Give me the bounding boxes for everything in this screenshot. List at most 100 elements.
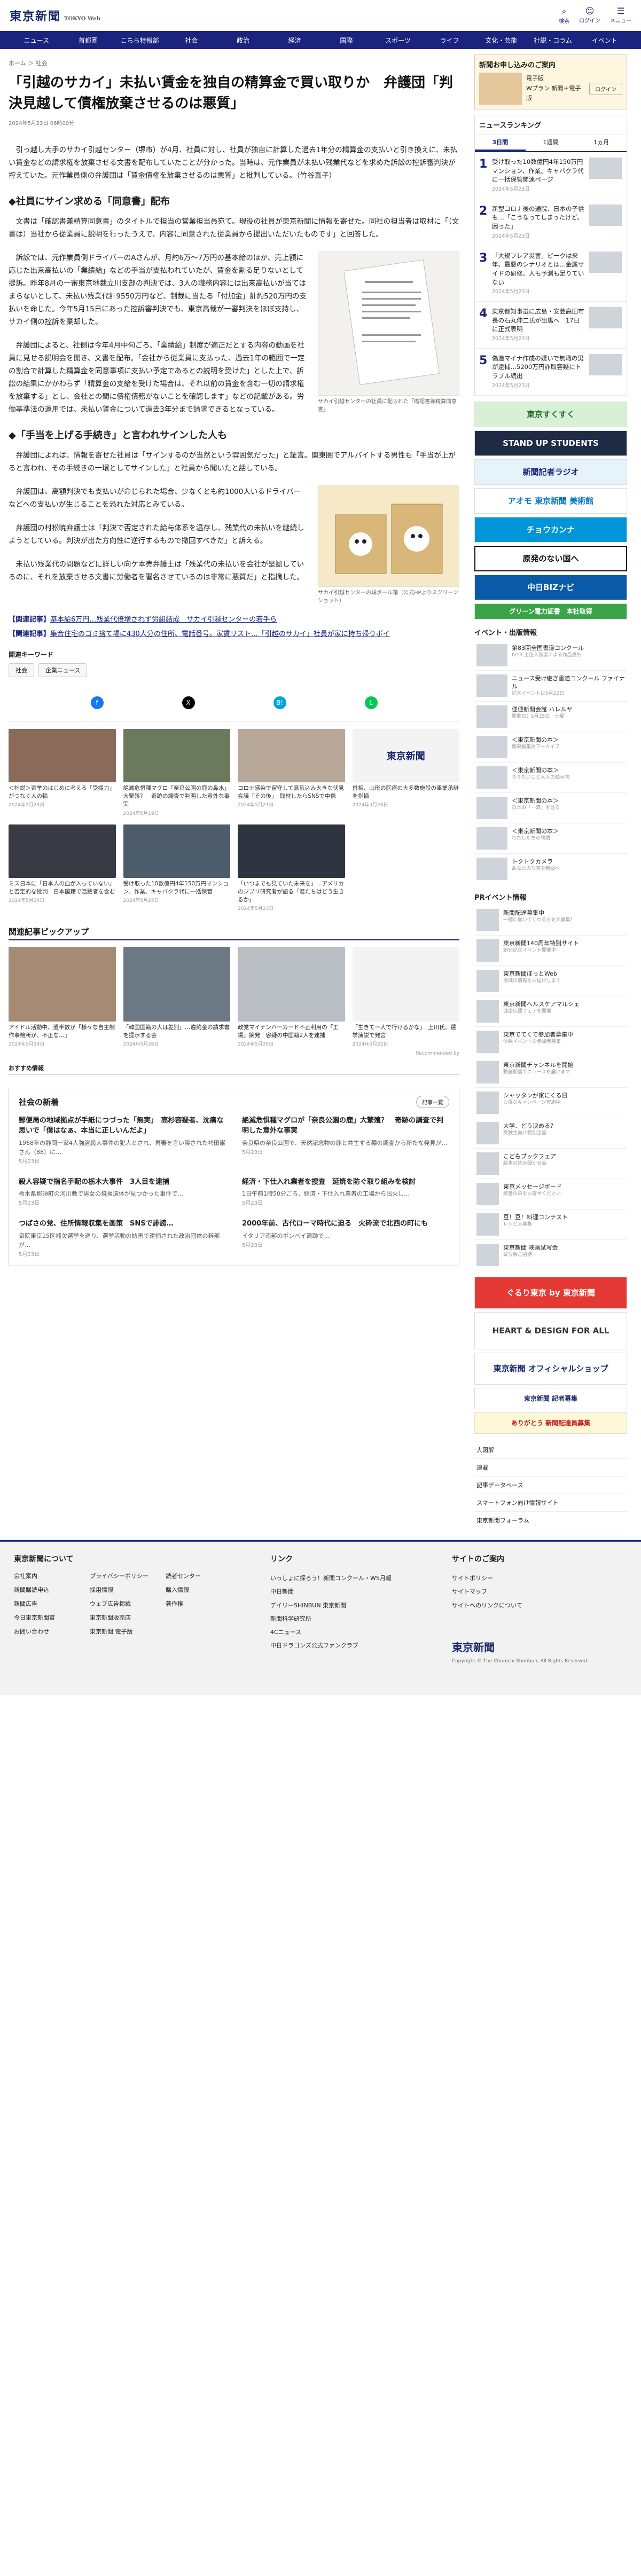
related-link[interactable]: 【関連記事】集合住宅のゴミ捨て場に430人分の住所、電話番号。家賃リスト…「引越… [9, 629, 459, 640]
banner[interactable]: 東京新聞 オフィシャルショップ [474, 1352, 627, 1385]
related-card[interactable]: 「いつまでも見ていた未来を」…アメリカのジブリ研究者が語る「君たちはどう生きるか… [238, 824, 345, 913]
pr-item[interactable]: 東京メッセージボード 読者の声をお寄せください [474, 1179, 627, 1210]
event-item[interactable]: 第83回全国書道コンクール 6/13 上位入賞者による作品展も [474, 640, 627, 671]
nav-column[interactable]: 社説・コラム [527, 36, 579, 45]
footer-link[interactable]: 採用情報 [90, 1585, 159, 1594]
nav-event[interactable]: イベント [579, 36, 630, 45]
banner[interactable]: HEART & DESIGN FOR ALL [474, 1311, 627, 1349]
banner[interactable]: アオモ 東京新聞 美術館 [474, 488, 627, 514]
breadcrumb[interactable]: ホーム ＞ 社会 [9, 59, 459, 67]
figure-boxes[interactable]: サカイ引越センターの段ボール箱（公式HPよりスクリーンショット） [318, 485, 459, 605]
footer-link[interactable]: 新聞購読申込 [14, 1585, 83, 1594]
footer-link[interactable]: サイトへのリンクについて [452, 1599, 601, 1612]
related-card[interactable]: コロナ感染で留守して意気込み大きな伏見会議「その後」 取材したらSNSで中傷 20… [238, 728, 345, 817]
facebook-icon[interactable]: f [90, 696, 104, 709]
ranking-item[interactable]: 3 「大規フレア災害」ピークは来年、最悪のシナリオとは…金属サイドの研修、人も予測… [475, 246, 627, 302]
pickup-card[interactable]: 政党マイナンバーカード不正利用の「工場」摘発 容疑の中国籍2人を逮捕 2024年5… [238, 947, 345, 1047]
pr-item[interactable]: 豆！豆！料理コンテスト レシピ大募集 [474, 1210, 627, 1240]
login-button[interactable]: ☺ ログイン [579, 6, 600, 25]
footer-link[interactable]: 東京新聞 電子版 [90, 1627, 159, 1636]
nav-sports[interactable]: スポーツ [372, 36, 424, 45]
ranking-item[interactable]: 1 受け取った10数億円4年150万円マンション、作業、キャバクラ代に一括保管関連… [475, 152, 627, 199]
pr-item[interactable]: 東京新聞 映画試写会 試写会ご招待 [474, 1240, 627, 1270]
pr-item[interactable]: 新聞配達募集中 一緒に働いてくれる方を大募集！ [474, 905, 627, 936]
footer-link[interactable]: 新聞広告 [14, 1599, 83, 1608]
banner[interactable]: STAND UP STUDENTS [474, 430, 627, 456]
sidebar-link[interactable]: 東京新聞フォーラム [474, 1512, 627, 1529]
banner[interactable]: 新聞記者ラジオ [474, 459, 627, 485]
news-item[interactable]: 絶滅危惧種マグロが「奈良公園の鹿」大繁殖？ 奇跡の調査で判明した意外な事実 奈良県… [242, 1116, 449, 1165]
subscribe-promo[interactable]: 新聞お申し込みのご案内 電子版 Wプラン 新聞＋電子版 ログイン [474, 54, 627, 109]
tab-3days[interactable]: 3日間 [475, 135, 526, 151]
figure-document[interactable]: サカイ引越センターの社員に配られた「確認書兼精算同意書」 [318, 252, 459, 414]
sidebar-link[interactable]: スマートフォン向け情報サイト [474, 1494, 627, 1512]
sidebar-link[interactable]: 大図解 [474, 1441, 627, 1459]
pickup-card[interactable]: 「生きて一人で行けるかな」 上川氏、選挙演説で発言 2024年5月22日 [352, 947, 459, 1047]
pr-item[interactable]: 東京新聞140周年特別サイト 創刊記念イベント開催中 [474, 936, 627, 966]
event-item[interactable]: ＜東京新聞の本＞ 日本の「一流」を巡る [474, 793, 627, 823]
footer-link[interactable]: 会社案内 [14, 1572, 83, 1580]
nav-shutoken[interactable]: 首都圏 [62, 36, 114, 45]
pr-item[interactable]: 東京新聞チャンネルを開始 動画配信でニュースを届けます [474, 1057, 627, 1088]
footer-link[interactable]: 4Cニュース [270, 1625, 431, 1639]
nav-news[interactable]: ニュース [11, 36, 62, 45]
banner[interactable]: 原発のない国へ [474, 545, 627, 571]
sidebar-link[interactable]: 連載 [474, 1459, 627, 1477]
pickup-card[interactable]: 「韓国国籍の人は差別」…違約金の請求書を提示する会 2024年5月26日 [123, 947, 230, 1047]
banner[interactable]: ありがとう 新聞配達員募集 [474, 1412, 627, 1434]
ranking-item[interactable]: 2 新型コロナ後の通院、日本の子供も…「こうなってしまったけど、困った」 2024年… [475, 199, 627, 246]
event-item[interactable]: ＜東京新聞の本＞ 関東編集局アーカイブ [474, 732, 627, 763]
footer-link[interactable]: 東京新聞販売店 [90, 1613, 159, 1622]
pickup-card[interactable]: アイドル活動中、過半数が「様々な自主制作事務所が、不正な…」 2024年5月24日 [9, 947, 116, 1047]
site-logo[interactable]: 東京新聞 TOKYO Web [10, 7, 100, 24]
footer-link[interactable]: ウェブ広告掲載 [90, 1599, 159, 1608]
banner[interactable]: 東京新聞 記者募集 [474, 1387, 627, 1409]
event-item[interactable]: ＜東京新聞の本＞ ききたいこと大人の読み物 [474, 763, 627, 793]
related-card[interactable]: 東京新聞 首相、山形の医療の大多数施設の事業承継を指摘 2024年5月26日 [352, 728, 459, 817]
news-item[interactable]: 2000年前、古代ローマ時代に迫る 火砕流で北西の町にも イタリア南部のポンペイ遺… [242, 1219, 449, 1258]
ranking-item[interactable]: 4 東京都知事選に広島・安芸高田市長の石丸伸二氏が出馬へ 17日に正式表明 2024… [475, 302, 627, 349]
tab-1month[interactable]: 1ヵ月 [576, 135, 627, 151]
footer-link[interactable]: デイリーSHINBUN 東京新聞 [270, 1599, 431, 1612]
sidebar-link[interactable]: 記事データベース [474, 1477, 627, 1494]
footer-link[interactable]: 読者センター [166, 1572, 235, 1580]
footer-link[interactable]: サイトマップ [452, 1585, 601, 1598]
footer-link[interactable]: 購入情報 [166, 1585, 235, 1594]
keyword-tag[interactable]: 社会 [9, 663, 34, 677]
footer-logo[interactable]: 東京新聞 [452, 1639, 601, 1654]
banner[interactable]: ぐるり東京 by 東京新聞 [474, 1276, 627, 1309]
tab-1week[interactable]: 1週間 [526, 135, 576, 151]
event-item[interactable]: トクトクカメラ あなたの写真を新聞へ [474, 854, 627, 884]
footer-link[interactable]: 中日ドラゴンズ公式ファンクラブ [270, 1639, 431, 1652]
news-item[interactable]: 経済・下仕入れ業者を捜査 延焼を防ぐ取り組みを検討 1日午前1時50分ごろ、経済・… [242, 1177, 449, 1207]
nav-life[interactable]: ライフ [424, 36, 475, 45]
footer-link[interactable]: 中日新聞 [270, 1585, 431, 1598]
related-card[interactable]: 受け取った10数億円4年150万円マンション、作業、キャバクラ代に一括保管 202… [123, 824, 230, 913]
x-icon[interactable]: X [182, 696, 195, 709]
menu-button[interactable]: ☰ メニュー [610, 6, 631, 25]
event-item[interactable]: ＜東京新聞の本＞ わたしたちの物語 [474, 823, 627, 854]
nav-culture[interactable]: 文化・芸能 [475, 36, 527, 45]
event-item[interactable]: 便便新聞会館 ハレルヤ 開催日：5月25日 土曜 [474, 702, 627, 732]
related-card[interactable]: ミス日本に「日本人の血が入っていない」と否定的な批判 日本国籍で活躍者を含む 20… [9, 824, 116, 913]
keyword-tag[interactable]: 企業ニュース [38, 663, 88, 677]
footer-link[interactable]: サイトポリシー [452, 1572, 601, 1585]
event-item[interactable]: ニュース受け継ぎ書道コンクール ファイナル 記念イベントは6月22日 [474, 671, 627, 702]
news-item[interactable]: 郵便局の地域拠点が手紙につづった「無実」 高杉容疑者、沈痛な思いで「僕はなぁ、本… [19, 1116, 226, 1165]
footer-link[interactable]: 著作権 [166, 1599, 235, 1608]
nav-economy[interactable]: 経済 [269, 36, 320, 45]
footer-link[interactable]: いっしょに探ろう！新聞コンクール・WS月報 [270, 1572, 431, 1585]
banner[interactable]: グリーン電力証書 本社取得 [474, 603, 627, 619]
line-icon[interactable]: L [364, 696, 378, 709]
footer-link[interactable]: 今日東京新聞賞 [14, 1613, 83, 1622]
login-button[interactable]: ログイン [589, 82, 622, 95]
nav-society[interactable]: 社会 [166, 36, 217, 45]
footer-link[interactable]: プライバシーポリシー [90, 1572, 159, 1580]
ranking-item[interactable]: 5 偽造マイナ作成の疑いで無職の男が逮捕…5200万円詐取容疑にトラブル続出 202… [475, 349, 627, 396]
related-card[interactable]: 絶滅危惧種マグロ「奈良公園の鹿の鼻水」大繁殖？ 奇跡の調査で判明した意外な事実 2… [123, 728, 230, 817]
news-item[interactable]: つばさの党、住所情報収集を画策 SNSで誹謗… 衆院東京15区補欠選挙を巡り、選挙… [19, 1219, 226, 1258]
hatena-icon[interactable]: B! [273, 696, 286, 709]
search-button[interactable]: ⌕ 検索 [559, 6, 569, 25]
footer-link[interactable]: 新聞科学研究所 [270, 1612, 431, 1625]
nav-tokuhou[interactable]: こちら特報部 [114, 36, 166, 45]
